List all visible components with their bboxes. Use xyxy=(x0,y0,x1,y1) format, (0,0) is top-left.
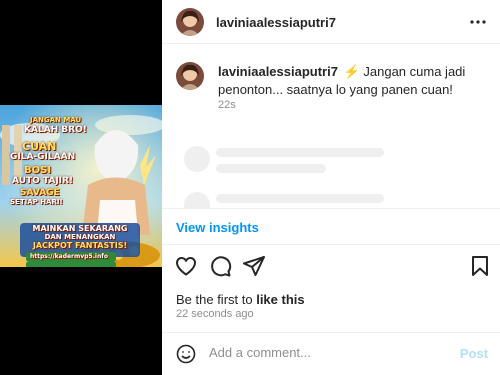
skeleton-avatar xyxy=(184,146,210,172)
more-horizontal-icon[interactable] xyxy=(470,14,486,30)
skeleton-line xyxy=(216,164,326,173)
post-details-panel: laviniaalessiaputri7 laviniaalessiaputri… xyxy=(162,0,500,375)
ad-text-5: BOSI xyxy=(24,165,52,176)
comment-bar: Post xyxy=(162,333,500,375)
caption-time: 22s xyxy=(218,99,236,111)
ad-text-6: AUTO TAJIR! xyxy=(12,176,74,186)
view-insights-link[interactable]: View insights xyxy=(176,220,259,235)
likes-summary: Be the first to like this xyxy=(176,292,305,307)
caption-avatar[interactable] xyxy=(176,62,204,90)
caption: laviniaalessiaputri7 ⚡ Jangan cuma jadi … xyxy=(218,63,486,99)
ad-text-11: JACKPOT FANTASTIS! xyxy=(32,241,128,250)
skeleton-line xyxy=(216,194,384,203)
heart-icon[interactable] xyxy=(174,254,198,278)
post-image[interactable]: JANGAN MAU KALAH BRO! CUAN GILA-GILAAN B… xyxy=(0,105,162,267)
like-this-link[interactable]: like this xyxy=(256,292,304,307)
ad-text-8: SETIAP HARI! xyxy=(10,198,63,206)
ad-text-10: DAN MENANGKAN xyxy=(44,233,116,241)
caption-username[interactable]: laviniaalessiaputri7 xyxy=(218,64,338,79)
ad-text-9: MAINKAN SEKARANG xyxy=(32,224,128,233)
media-panel: JANGAN MAU KALAH BRO! CUAN GILA-GILAAN B… xyxy=(0,0,162,375)
action-bar xyxy=(162,254,500,280)
emoji-icon[interactable] xyxy=(176,344,196,364)
post-comment-button[interactable]: Post xyxy=(460,346,488,361)
ad-text-7: SAVAGE xyxy=(20,188,60,198)
ad-text-3: CUAN xyxy=(22,140,57,153)
divider xyxy=(162,208,500,209)
bookmark-icon[interactable] xyxy=(468,254,492,278)
likes-prefix: Be the first to xyxy=(176,292,257,307)
comment-icon[interactable] xyxy=(208,254,232,278)
post-timestamp: 22 seconds ago xyxy=(176,308,254,320)
comment-input[interactable] xyxy=(209,345,449,360)
ad-url: https://kadermvp5.info xyxy=(30,253,108,260)
post-username[interactable]: laviniaalessiaputri7 xyxy=(216,15,336,30)
ad-text-4: GILA-GILAAN xyxy=(10,152,76,162)
skeleton-line xyxy=(216,148,384,157)
ad-text-2: KALAH BRO! xyxy=(24,125,87,135)
skeleton-avatar xyxy=(184,192,210,208)
send-icon[interactable] xyxy=(242,254,266,278)
lightning-icon: ⚡ xyxy=(343,64,360,79)
post-header: laviniaalessiaputri7 xyxy=(162,0,500,44)
avatar[interactable] xyxy=(176,8,204,36)
ad-text-1: JANGAN MAU xyxy=(30,116,82,124)
divider xyxy=(162,244,500,245)
